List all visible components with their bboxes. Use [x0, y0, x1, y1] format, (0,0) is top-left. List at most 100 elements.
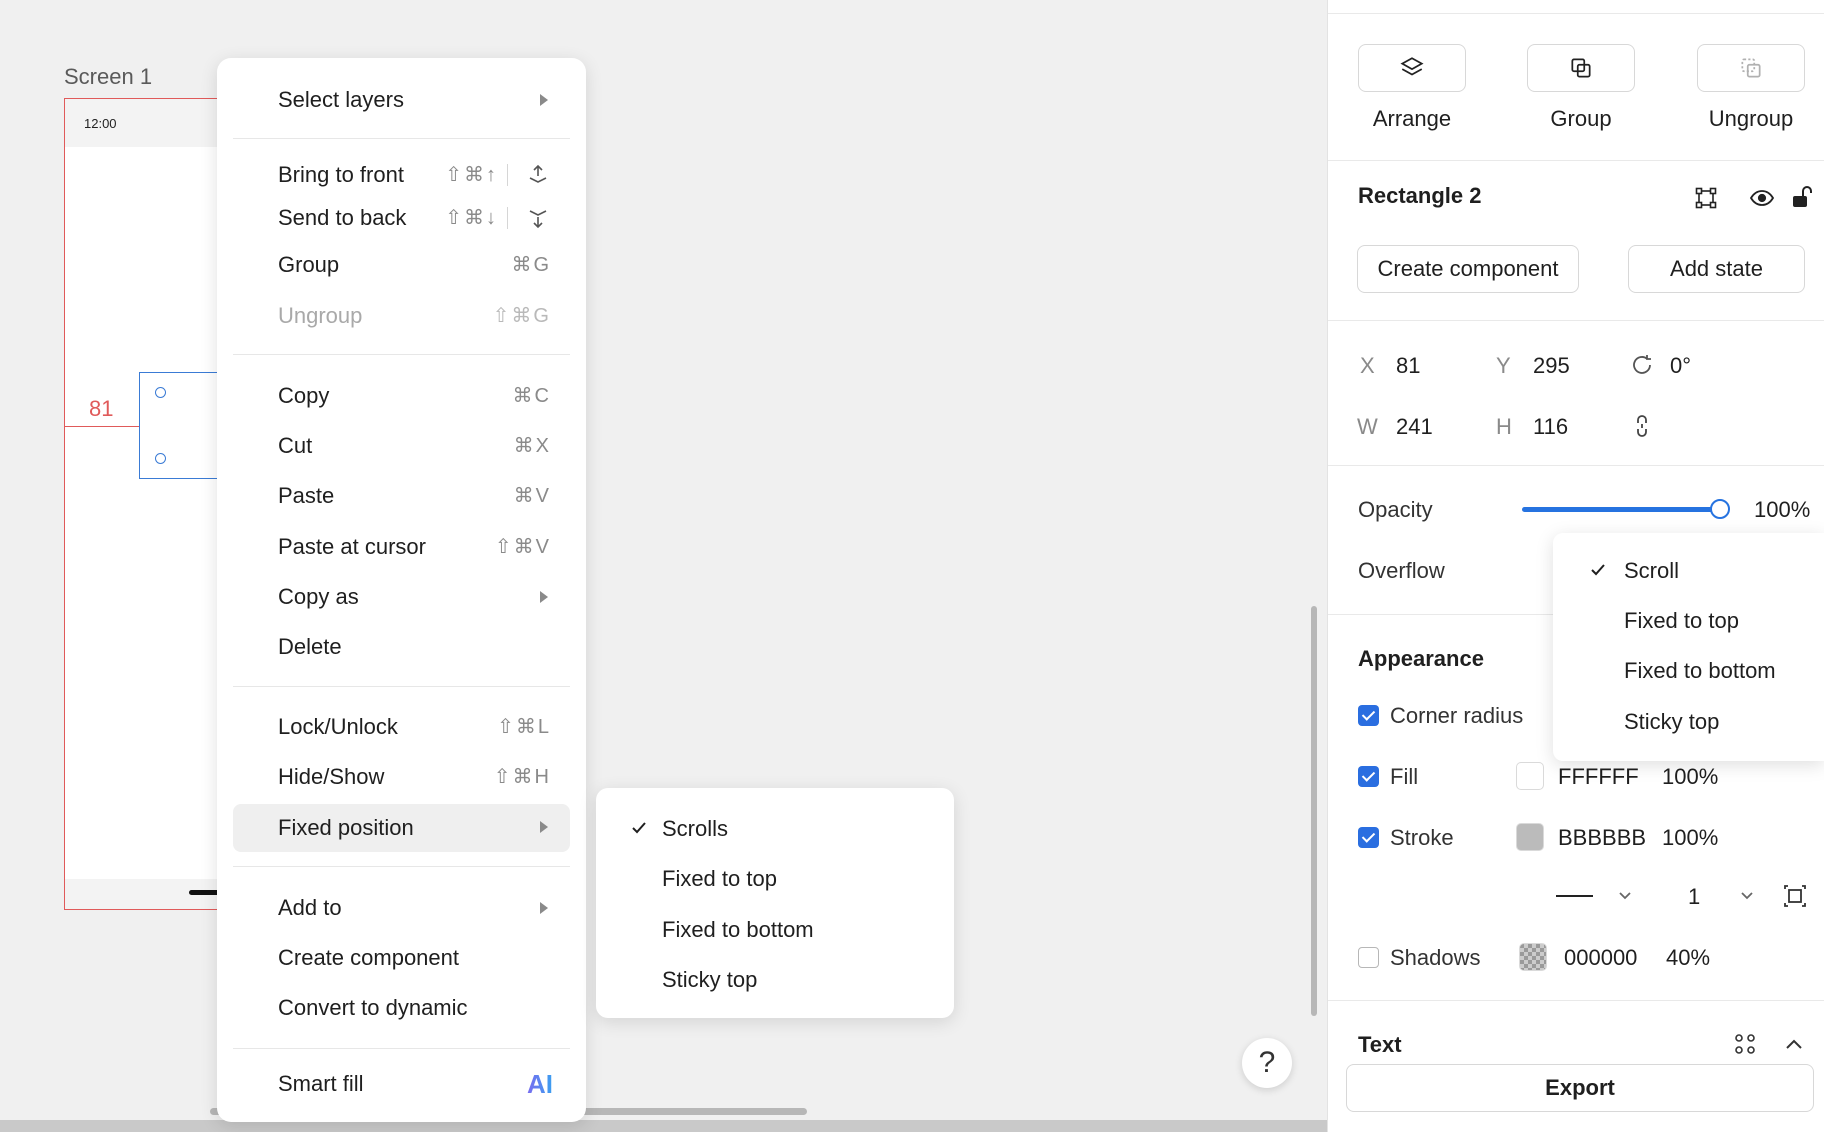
menu-item-copy-as[interactable]: Copy as — [233, 574, 570, 620]
screen-frame[interactable]: 12:00 — [64, 98, 235, 910]
ungroup-button[interactable] — [1697, 44, 1805, 92]
menu-item-select-layers[interactable]: Select layers — [233, 77, 570, 123]
fill-opacity[interactable]: 100% — [1662, 764, 1718, 790]
shadows-opacity[interactable]: 40% — [1666, 945, 1710, 971]
overflow-option-sticky-top[interactable]: Sticky top — [1553, 699, 1824, 745]
submenu-arrow-icon — [540, 902, 548, 914]
chevron-down-icon[interactable] — [1617, 887, 1633, 903]
unlock-icon[interactable] — [1790, 184, 1814, 210]
opacity-slider-thumb[interactable] — [1710, 499, 1730, 519]
menu-item-group[interactable]: Group ⌘G — [233, 242, 570, 288]
shortcut: ⇧⌘G — [492, 305, 551, 327]
menu-item-paste-at-cursor[interactable]: Paste at cursor ⇧⌘V — [233, 524, 570, 570]
group-button[interactable] — [1527, 44, 1635, 92]
menu-item-cut[interactable]: Cut ⌘X — [233, 423, 570, 469]
submenu-item-fixed-to-top[interactable]: Fixed to top — [596, 856, 954, 902]
resize-handle-bottom-left[interactable] — [155, 453, 166, 464]
menu-item-create-component[interactable]: Create component — [233, 935, 570, 981]
menu-item-add-to[interactable]: Add to — [233, 885, 570, 931]
chevron-up-icon[interactable] — [1783, 1034, 1805, 1056]
h-value[interactable]: 116 — [1533, 414, 1568, 440]
corner-radius-label: Corner radius — [1390, 703, 1524, 728]
x-value[interactable]: 81 — [1396, 353, 1420, 379]
grid-icon[interactable] — [1733, 1032, 1757, 1056]
overflow-option-fixed-to-top[interactable]: Fixed to top — [1553, 598, 1824, 644]
opacity-value[interactable]: 100% — [1754, 497, 1810, 523]
shortcut: ⇧⌘L — [497, 716, 551, 738]
add-state-button[interactable]: Add state — [1628, 245, 1805, 293]
shadows-hex[interactable]: 000000 — [1564, 945, 1637, 971]
y-value[interactable]: 295 — [1533, 353, 1570, 379]
stroke-color-swatch[interactable] — [1516, 823, 1544, 851]
stroke-opacity[interactable]: 100% — [1662, 825, 1718, 851]
opacity-slider-track[interactable] — [1522, 507, 1720, 512]
shortcut: ⌘V — [513, 485, 551, 507]
overflow-dropdown: Scroll Fixed to top Fixed to bottom Stic… — [1553, 533, 1824, 761]
menu-item-lock-unlock[interactable]: Lock/Unlock ⇧⌘L — [233, 704, 570, 750]
corner-radius-checkbox[interactable] — [1358, 705, 1379, 726]
arrange-button[interactable] — [1358, 44, 1466, 92]
menu-separator — [233, 354, 570, 355]
menu-item-send-to-back[interactable]: Send to back ⇧⌘↓ — [233, 195, 570, 241]
rotation-icon — [1633, 355, 1651, 374]
stroke-checkbox[interactable] — [1358, 827, 1379, 848]
group-label: Group — [1550, 106, 1612, 131]
screen-label[interactable]: Screen 1 — [64, 64, 152, 90]
status-bar: 12:00 — [65, 99, 234, 147]
bring-to-front-icon — [529, 164, 547, 183]
overflow-option-scroll[interactable]: Scroll — [1553, 548, 1824, 594]
rotation-value[interactable]: 0° — [1670, 353, 1691, 379]
create-component-button[interactable]: Create component — [1357, 245, 1579, 293]
w-value[interactable]: 241 — [1396, 414, 1433, 440]
layer-name[interactable]: Rectangle 2 — [1358, 183, 1482, 209]
submenu-arrow-icon — [540, 591, 548, 603]
stroke-style-line[interactable] — [1556, 895, 1593, 897]
overflow-option-fixed-to-bottom[interactable]: Fixed to bottom — [1553, 648, 1824, 694]
menu-item-hide-show[interactable]: Hide/Show ⇧⌘H — [233, 754, 570, 800]
shortcut: ⇧⌘H — [493, 766, 551, 788]
distance-guide-value: 81 — [89, 396, 114, 421]
chevron-down-icon[interactable] — [1739, 887, 1755, 903]
shadows-checkbox[interactable] — [1358, 947, 1379, 968]
h-label: H — [1496, 414, 1512, 439]
eye-icon[interactable] — [1749, 186, 1775, 210]
menu-item-delete[interactable]: Delete — [233, 624, 570, 670]
shadows-label: Shadows — [1390, 945, 1481, 970]
y-label: Y — [1496, 353, 1511, 378]
stroke-hex[interactable]: BBBBBB — [1558, 825, 1646, 851]
layers-icon — [1400, 57, 1424, 76]
menu-separator — [233, 866, 570, 867]
x-label: X — [1360, 353, 1375, 378]
fill-checkbox[interactable] — [1358, 766, 1379, 787]
shortcut: ⇧⌘V — [494, 536, 551, 558]
frame-select-icon[interactable] — [1694, 186, 1718, 210]
checkmark-icon — [632, 822, 646, 834]
submenu-item-fixed-to-bottom[interactable]: Fixed to bottom — [596, 907, 954, 953]
submenu-arrow-icon — [540, 94, 548, 106]
menu-item-copy[interactable]: Copy ⌘C — [233, 373, 570, 419]
menu-item-convert-to-dynamic[interactable]: Convert to dynamic — [233, 985, 570, 1031]
shortcut: ⌘X — [513, 435, 551, 457]
vertical-scrollbar[interactable] — [1311, 606, 1317, 1016]
ungroup-label: Ungroup — [1708, 106, 1794, 131]
aspect-lock-icon[interactable] — [1632, 414, 1652, 438]
shadows-color-swatch[interactable] — [1519, 943, 1547, 971]
fill-color-swatch[interactable] — [1516, 762, 1544, 790]
stroke-width-value[interactable]: 1 — [1688, 884, 1700, 910]
bottom-bar — [65, 879, 235, 909]
ungroup-icon — [1741, 58, 1761, 78]
help-button[interactable]: ? — [1242, 1038, 1292, 1088]
fill-hex[interactable]: FFFFFF — [1558, 764, 1639, 790]
menu-item-fixed-position[interactable]: Fixed position — [233, 804, 570, 852]
export-button[interactable]: Export — [1346, 1064, 1814, 1112]
menu-item-paste[interactable]: Paste ⌘V — [233, 473, 570, 519]
menu-item-bring-to-front[interactable]: Bring to front ⇧⌘↑ — [233, 152, 570, 198]
ai-badge: AI — [527, 1061, 553, 1107]
submenu-item-scrolls[interactable]: Scrolls — [596, 806, 954, 852]
resize-handle-top-left[interactable] — [155, 387, 166, 398]
menu-separator — [233, 686, 570, 687]
stroke-position-icon[interactable] — [1782, 883, 1808, 909]
menu-item-smart-fill[interactable]: Smart fill AI — [233, 1061, 570, 1107]
menu-separator — [233, 138, 570, 139]
submenu-item-sticky-top[interactable]: Sticky top — [596, 957, 954, 1003]
